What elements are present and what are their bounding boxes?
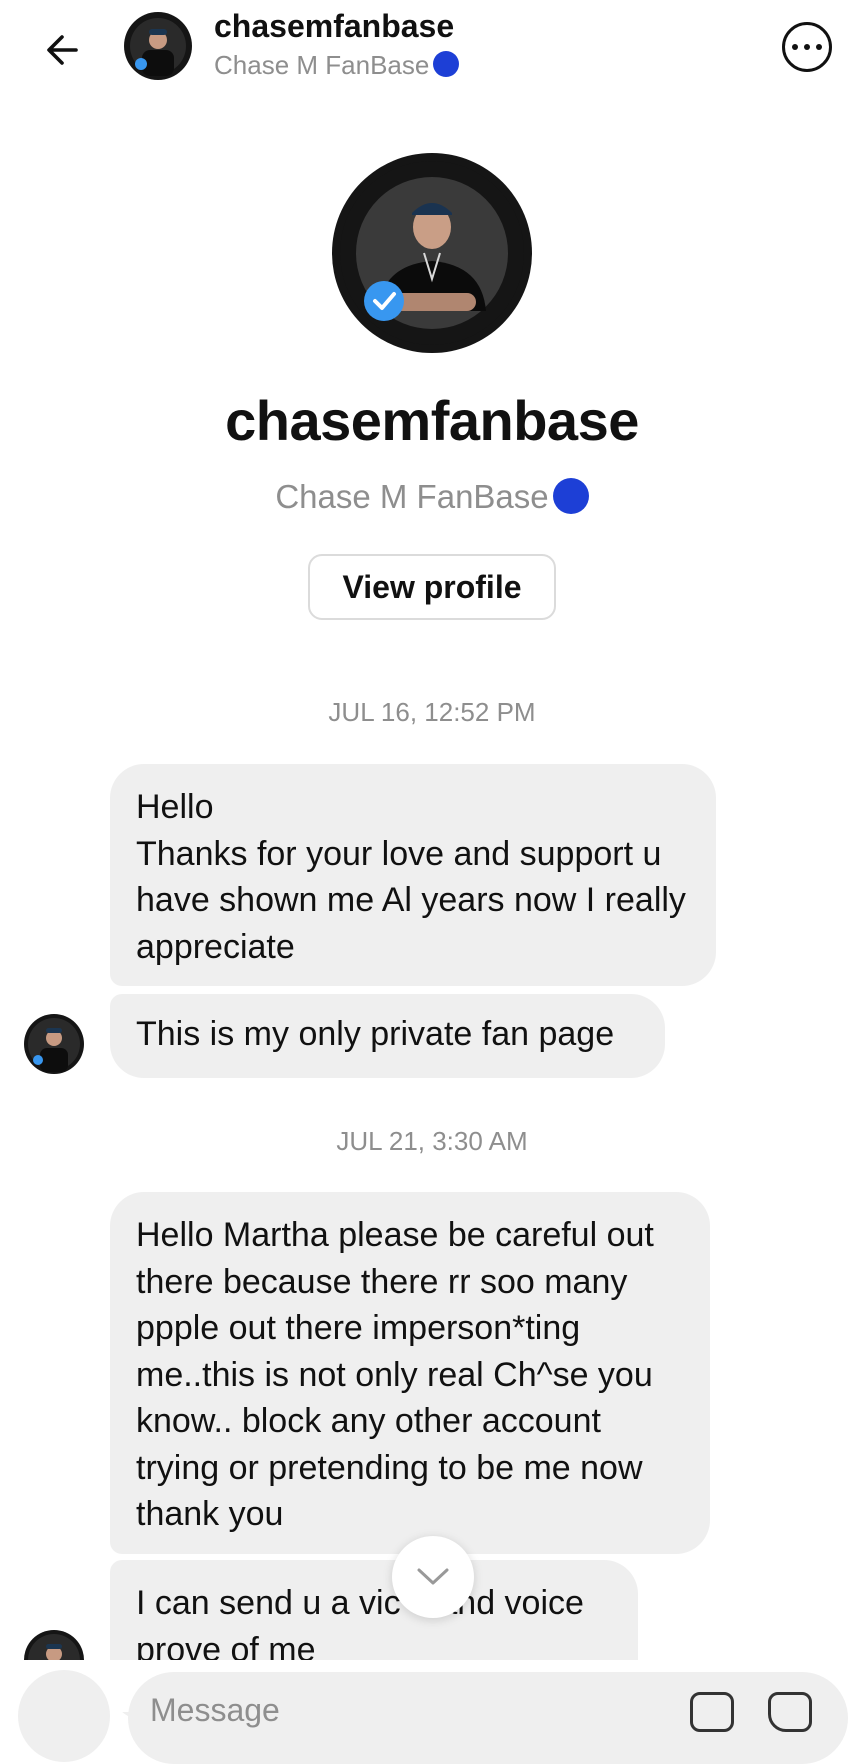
more-options-icon-dot xyxy=(792,44,798,50)
header-display-name-text: Chase M FanBase xyxy=(214,50,430,80)
more-options-button[interactable] xyxy=(782,22,832,72)
gallery-icon[interactable] xyxy=(690,1692,734,1732)
sender-avatar[interactable] xyxy=(24,1014,84,1074)
message-bubble[interactable]: Hello Martha please be careful out there… xyxy=(110,1192,710,1554)
arrow-left-icon xyxy=(47,35,78,65)
more-options-icon-dot xyxy=(804,44,810,50)
profile-photo xyxy=(28,1018,80,1072)
profile-photo xyxy=(340,161,524,345)
timestamp: JUL 21, 3:30 AM xyxy=(336,1126,528,1156)
message-text: Hello Thanks for your love and support u… xyxy=(136,788,686,966)
profile-avatar[interactable] xyxy=(332,153,532,353)
profile-display-name-text: Chase M FanBase xyxy=(275,478,549,515)
message-bubble[interactable]: This is my only private fan page xyxy=(110,994,665,1078)
camera-button[interactable] xyxy=(18,1670,110,1762)
sticker-icon[interactable] xyxy=(768,1692,812,1732)
header-username[interactable]: chasemfanbase xyxy=(214,8,454,45)
profile-photo xyxy=(130,18,186,76)
profile-username: chasemfanbase xyxy=(225,389,639,452)
profile-display-name: Chase M FanBase xyxy=(0,478,864,516)
timestamp: JUL 16, 12:52 PM xyxy=(328,697,536,727)
blue-circle-emoji xyxy=(552,478,589,515)
message-input[interactable]: Message xyxy=(150,1692,280,1729)
verified-badge-icon xyxy=(364,281,404,321)
header-display-name: Chase M FanBase xyxy=(214,50,460,81)
blue-circle-emoji xyxy=(433,51,460,78)
message-text: Hello Martha please be careful out there… xyxy=(136,1216,654,1533)
chevron-down-icon xyxy=(417,1568,449,1585)
more-options-icon-dot xyxy=(816,44,822,50)
view-profile-button[interactable]: View profile xyxy=(308,554,556,620)
header-avatar[interactable] xyxy=(124,12,192,80)
scroll-to-bottom-button[interactable] xyxy=(392,1536,474,1618)
message-text: This is my only private fan page xyxy=(136,1015,615,1053)
back-button[interactable] xyxy=(34,22,90,78)
message-bubble[interactable]: Hello Thanks for your love and support u… xyxy=(110,764,716,986)
